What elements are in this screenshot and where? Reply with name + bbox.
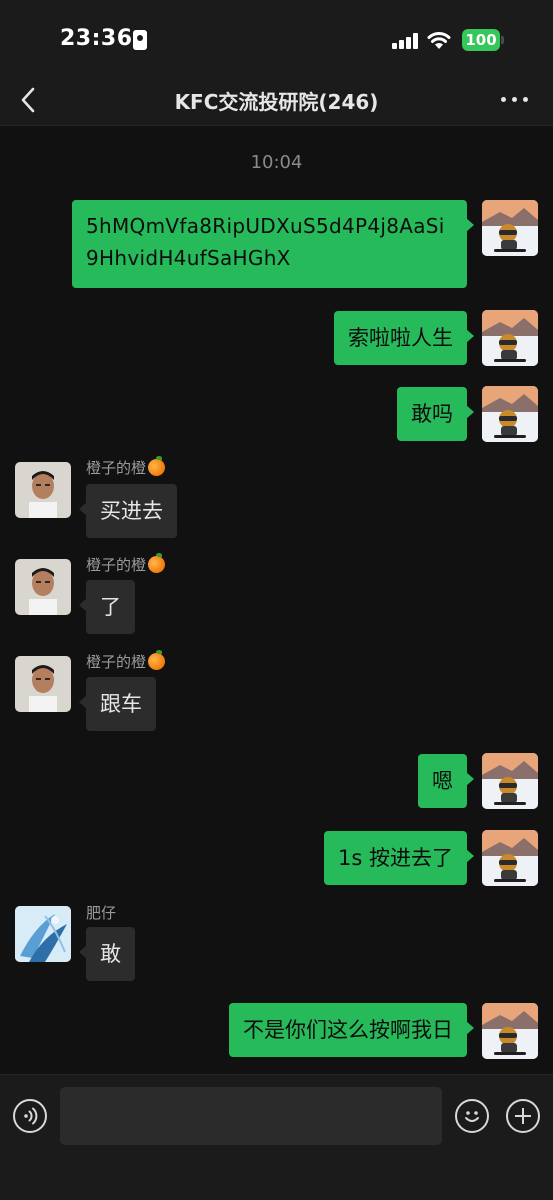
sender-name: 肥仔 [86, 904, 117, 922]
sender-avatar[interactable] [15, 462, 71, 518]
outgoing-message-bubble[interactable]: 敢吗 [397, 387, 474, 441]
incoming-message-bubble[interactable]: 敢 [79, 927, 135, 981]
orange-icon [148, 553, 166, 573]
id-badge-icon [133, 30, 147, 50]
more-button[interactable] [497, 84, 533, 114]
more-dots-icon [501, 97, 506, 102]
incoming-message-bubble[interactable]: 跟车 [79, 677, 156, 731]
orange-icon [148, 456, 166, 476]
input-bar [0, 1074, 553, 1200]
status-bar: 23:36 100 [0, 0, 553, 76]
emoji-icon [465, 1111, 479, 1122]
sender-name: 橙子的橙 [86, 456, 166, 478]
my-avatar[interactable] [482, 830, 538, 886]
outgoing-message-bubble[interactable]: 5hMQmVfa8RipUDXuS5d4P4j8AaSi9HhvidH4ufSa… [72, 200, 474, 288]
outgoing-message-bubble[interactable]: 索啦啦人生 [334, 311, 474, 365]
message-list[interactable]: 10:04 5hMQmVfa8RipUDXuS5d4P4j8AaSi9Hhvid… [0, 127, 553, 1074]
outgoing-message-bubble[interactable]: 嗯 [418, 754, 474, 808]
incoming-message-bubble[interactable]: 买进去 [79, 484, 177, 538]
chat-title: KFC交流投研院(246) [174, 90, 379, 114]
outgoing-message-bubble[interactable]: 1s 按进去了 [324, 831, 474, 885]
my-avatar[interactable] [482, 386, 538, 442]
orange-icon [148, 650, 166, 670]
outgoing-message-bubble[interactable]: 不是你们这么按啊我日 [229, 1003, 474, 1057]
sender-name: 橙子的橙 [86, 650, 166, 672]
my-avatar[interactable] [482, 200, 538, 256]
signal-icon [392, 33, 419, 49]
message-input[interactable] [60, 1087, 442, 1145]
voice-button[interactable] [13, 1099, 47, 1133]
my-avatar[interactable] [482, 1003, 538, 1059]
sender-name: 橙子的橙 [86, 553, 166, 575]
chat-header: KFC交流投研院(246) [0, 76, 553, 126]
plus-button[interactable] [506, 1099, 540, 1133]
incoming-message-bubble[interactable]: 了 [79, 580, 135, 634]
message-timestamp: 10:04 [250, 152, 303, 173]
status-time: 23:36 [60, 26, 133, 51]
battery-indicator: 100 [462, 29, 504, 51]
wifi-icon [427, 32, 451, 49]
sender-avatar[interactable] [15, 906, 71, 962]
sender-avatar[interactable] [15, 559, 71, 615]
voice-icon [24, 1107, 38, 1125]
my-avatar[interactable] [482, 753, 538, 809]
my-avatar[interactable] [482, 310, 538, 366]
emoji-button[interactable] [455, 1099, 489, 1133]
sender-avatar[interactable] [15, 656, 71, 712]
